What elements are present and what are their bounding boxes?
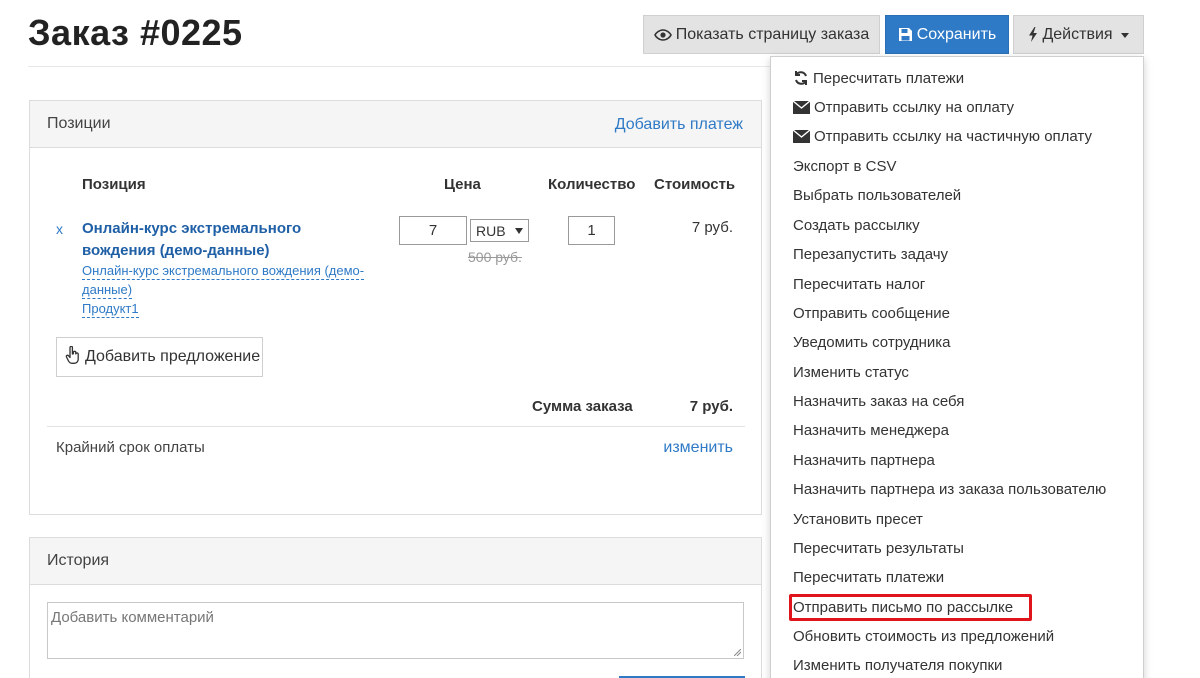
menu-item-assign-to-self[interactable]: Назначить заказ на себя: [793, 388, 964, 414]
old-price: 500 руб.: [468, 249, 522, 265]
save-label: Сохранить: [916, 25, 997, 43]
menu-item-change-recipient[interactable]: Изменить получателя покупки: [793, 652, 1002, 678]
column-header-quantity: Количество: [548, 176, 636, 193]
divider: [47, 426, 745, 427]
actions-dropdown-button[interactable]: Действия: [1013, 15, 1144, 54]
menu-item-update-price-from-offers[interactable]: Обновить стоимость из предложений: [793, 623, 1054, 649]
menu-item-assign-partner-from-order[interactable]: Назначить партнера из заказа пользовател…: [793, 476, 1106, 502]
menu-item-label: Отправить ссылку на частичную оплату: [814, 127, 1092, 145]
menu-item-change-status[interactable]: Изменить статус: [793, 359, 909, 385]
menu-item-export-csv[interactable]: Экспорт в CSV: [793, 153, 897, 179]
menu-item-label: Установить пресет: [793, 510, 923, 528]
product-link[interactable]: Продукт1: [82, 301, 139, 318]
menu-item-label: Назначить заказ на себя: [793, 392, 965, 410]
menu-item-label: Пересчитать результаты: [793, 539, 964, 557]
add-payment-link[interactable]: Добавить платеж: [615, 116, 743, 134]
menu-item-assign-partner[interactable]: Назначить партнера: [793, 447, 935, 473]
menu-item-label: Пересчитать платежи: [813, 69, 965, 87]
positions-panel: Позиции Добавить платеж Позиция Цена Кол…: [29, 100, 762, 515]
currency-select[interactable]: RUB: [470, 219, 529, 242]
payment-deadline-label: Крайний срок оплаты: [56, 439, 205, 456]
offer-link-line1[interactable]: Онлайн-курс экстремального вождения (дем…: [82, 263, 365, 280]
add-offer-button[interactable]: Добавить предложение: [56, 337, 263, 377]
view-order-page-label: Показать страницу заказа: [675, 25, 870, 43]
history-panel-title: История: [47, 552, 110, 569]
history-panel-header: История: [30, 538, 761, 585]
history-panel: История Добавить комментарий: [29, 537, 762, 678]
column-header-cost: Стоимость: [654, 176, 736, 193]
envelope-icon: [793, 100, 810, 114]
menu-item-label: Изменить статус: [793, 363, 909, 381]
menu-item-label: Отправить сообщение: [793, 304, 951, 322]
menu-item-recalculate-tax[interactable]: Пересчитать налог: [793, 271, 925, 297]
menu-item-create-mailing[interactable]: Создать рассылку: [793, 212, 920, 238]
refresh-icon: [793, 70, 809, 86]
select-arrow-icon: [515, 227, 523, 234]
view-order-page-button[interactable]: Показать страницу заказа: [643, 15, 880, 54]
comment-placeholder: Добавить комментарий: [51, 609, 214, 626]
menu-item-assign-manager[interactable]: Назначить менеджера: [793, 417, 949, 443]
order-sum-label: Сумма заказа: [532, 398, 633, 415]
page-title: Заказ #0225: [28, 12, 243, 53]
menu-item-label: Обновить стоимость из предложений: [793, 627, 1055, 645]
menu-item-label: Пересчитать налог: [793, 275, 926, 293]
menu-item-label: Назначить партнера: [793, 451, 935, 469]
menu-item-select-users[interactable]: Выбрать пользователей: [793, 182, 961, 208]
menu-item-label: Экспорт в CSV: [793, 157, 897, 175]
menu-item-recalculate-results[interactable]: Пересчитать результаты: [793, 535, 964, 561]
remove-item-button[interactable]: x: [56, 221, 63, 237]
actions-dropdown-menu: Пересчитать платежи Отправить ссылку на …: [770, 56, 1144, 678]
add-offer-label: Добавить предложение: [85, 348, 261, 365]
menu-item-send-payment-link[interactable]: Отправить ссылку на оплату: [793, 94, 1014, 120]
offer-link-line2[interactable]: данные): [82, 282, 133, 299]
menu-item-send-message[interactable]: Отправить сообщение: [793, 300, 950, 326]
quantity-input[interactable]: 1: [568, 216, 615, 245]
menu-item-label: Выбрать пользователей: [793, 186, 962, 204]
positions-panel-title: Позиции: [47, 115, 111, 132]
item-name-link[interactable]: Онлайн-курс экстремального вождения (дем…: [82, 218, 332, 262]
menu-item-label: Изменить получателя покупки: [793, 656, 1003, 674]
hand-pointer-icon: [65, 345, 81, 369]
menu-item-notify-employee[interactable]: Уведомить сотрудника: [793, 329, 951, 355]
comment-textarea[interactable]: Добавить комментарий: [47, 602, 744, 659]
order-sum-value: 7 руб.: [689, 398, 733, 415]
menu-item-label: Перезапустить задачу: [793, 245, 949, 263]
highlight-box: [789, 594, 1032, 621]
menu-item-label: Уведомить сотрудника: [793, 333, 951, 351]
actions-label: Действия: [1042, 25, 1113, 43]
save-button[interactable]: Сохранить: [885, 15, 1009, 54]
menu-item-label: Пересчитать платежи: [793, 568, 945, 586]
menu-item-recalculate-payments-2[interactable]: Пересчитать платежи: [793, 564, 944, 590]
currency-value: RUB: [476, 222, 506, 239]
floppy-disk-icon: [898, 27, 913, 42]
caret-down-icon: [1120, 33, 1129, 38]
change-deadline-link[interactable]: изменить: [663, 439, 733, 457]
column-header-position: Позиция: [82, 176, 146, 193]
price-input[interactable]: 7: [399, 216, 467, 245]
item-total: 7 руб.: [691, 219, 733, 236]
menu-item-restart-task[interactable]: Перезапустить задачу: [793, 241, 948, 267]
column-header-price: Цена: [444, 176, 481, 193]
eye-icon: [653, 28, 672, 41]
menu-item-label: Назначить менеджера: [793, 421, 949, 439]
resize-handle-icon: [734, 649, 741, 656]
menu-item-recalculate-payments[interactable]: Пересчитать платежи: [793, 65, 964, 91]
menu-item-label: Назначить партнера из заказа пользовател…: [793, 480, 1107, 498]
menu-item-label: Отправить ссылку на оплату: [814, 98, 1015, 116]
lightning-icon: [1028, 27, 1038, 42]
envelope-icon: [793, 129, 810, 143]
menu-item-set-preset[interactable]: Установить пресет: [793, 506, 923, 532]
menu-item-send-partial-payment-link[interactable]: Отправить ссылку на частичную оплату: [793, 123, 1092, 149]
menu-item-label: Создать рассылку: [793, 216, 920, 234]
